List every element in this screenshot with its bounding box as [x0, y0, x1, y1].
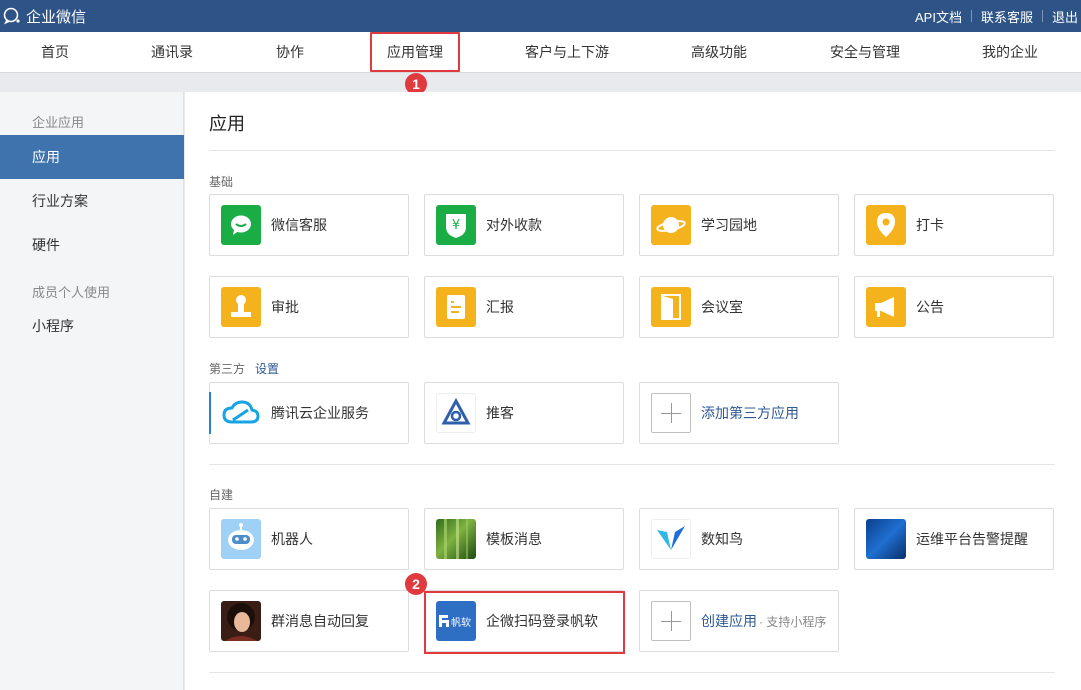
- wecom-logo-icon: [3, 7, 20, 25]
- blue-gradient-icon: [866, 519, 906, 559]
- app-card-external-payment[interactable]: ¥ 对外收款: [424, 194, 624, 256]
- app-card-tencent-cloud[interactable]: 腾讯云企业服务: [209, 382, 409, 444]
- plus-icon: [651, 601, 691, 641]
- thirdparty-label: 第三方: [209, 362, 246, 376]
- megaphone-icon: [866, 287, 906, 327]
- robot-icon: [221, 519, 261, 559]
- app-card-tuike[interactable]: 推客: [424, 382, 624, 444]
- app-name: 添加第三方应用: [701, 405, 799, 421]
- sidebar-section-enterprise-apps: 企业应用: [32, 115, 85, 130]
- report-doc-icon: [436, 287, 476, 327]
- brand-name: 企业微信: [26, 8, 87, 26]
- nav-my-company[interactable]: 我的企业: [982, 32, 1038, 72]
- divider: [209, 464, 1055, 465]
- app-card-approval[interactable]: 审批: [209, 276, 409, 338]
- woman-photo-icon: [221, 601, 261, 641]
- app-name: 数知鸟: [701, 531, 743, 547]
- app-name: 学习园地: [701, 217, 757, 233]
- brand: 企业微信: [2, 6, 86, 27]
- nav-collaboration[interactable]: 协作: [276, 32, 304, 72]
- nav-security[interactable]: 安全与管理: [830, 32, 900, 72]
- main-nav: 首页 通讯录 协作 应用管理 客户与上下游 高级功能 安全与管理 我的企业: [0, 32, 1081, 73]
- location-pin-icon: [866, 205, 906, 245]
- app-name: 群消息自动回复: [271, 613, 369, 629]
- nav-contacts[interactable]: 通讯录: [151, 32, 193, 72]
- app-card-checkin[interactable]: 打卡: [854, 194, 1054, 256]
- sidebar: 企业应用 应用 行业方案 硬件 成员个人使用 小程序: [0, 92, 184, 690]
- app-card-template-message[interactable]: 模板消息: [424, 508, 624, 570]
- plus-icon: [651, 393, 691, 433]
- page-title: 应用: [209, 114, 245, 134]
- app-card-ops-alert[interactable]: 运维平台告警提醒: [854, 508, 1054, 570]
- thirdparty-settings-link[interactable]: 设置: [255, 362, 279, 376]
- app-name: 机器人: [271, 531, 313, 547]
- main-panel: 应用 基础 微信客服 ¥ 对外收款 学习园地 打卡 审批 汇报 会议室 公告 第…: [185, 92, 1081, 690]
- wechat-chat-icon: [221, 205, 261, 245]
- bamboo-photo-icon: [436, 519, 476, 559]
- tencent-cloud-icon: [221, 393, 261, 433]
- sidebar-item-hardware[interactable]: 硬件: [0, 223, 184, 267]
- add-thirdparty-app-button[interactable]: 添加第三方应用: [639, 382, 839, 444]
- top-links: API文档 联系客服 退出: [906, 7, 1081, 26]
- app-card-learning[interactable]: 学习园地: [639, 194, 839, 256]
- app-name: 模板消息: [486, 531, 542, 547]
- app-name: 腾讯云企业服务: [271, 405, 369, 421]
- step-badge-2: 2: [405, 573, 427, 595]
- app-name: 微信客服: [271, 217, 327, 233]
- yuan-shield-icon: ¥: [436, 205, 476, 245]
- app-card-group-auto-reply[interactable]: 群消息自动回复: [209, 590, 409, 652]
- app-name: 对外收款: [486, 217, 542, 233]
- nav-customers[interactable]: 客户与上下游: [525, 32, 609, 72]
- nav-advanced[interactable]: 高级功能: [691, 32, 747, 72]
- sidebar-item-apps[interactable]: 应用: [0, 135, 184, 179]
- app-name: 汇报: [486, 299, 514, 315]
- nav-home[interactable]: 首页: [41, 32, 69, 72]
- app-card-report[interactable]: 汇报: [424, 276, 624, 338]
- app-name: 公告: [916, 299, 944, 315]
- app-name: 运维平台告警提醒: [916, 531, 1028, 547]
- divider: [209, 150, 1055, 151]
- app-name: 推客: [486, 405, 514, 421]
- miniprogram-support-note: · 支持小程序: [759, 614, 827, 629]
- app-name: 打卡: [916, 217, 944, 233]
- section-thirdparty-label: 第三方 设置: [209, 360, 279, 377]
- highlight-box-fanruan: [424, 591, 625, 654]
- planet-icon: [651, 205, 691, 245]
- sidebar-item-miniprogram[interactable]: 小程序: [0, 304, 184, 348]
- section-custom-label: 自建: [209, 488, 234, 502]
- logout-link[interactable]: 退出: [1043, 7, 1081, 26]
- sidebar-section-personal: 成员个人使用: [32, 285, 111, 300]
- app-name: 审批: [271, 299, 299, 315]
- door-icon: [651, 287, 691, 327]
- api-docs-link[interactable]: API文档: [906, 7, 971, 26]
- app-card-wechat-service[interactable]: 微信客服: [209, 194, 409, 256]
- contact-support-link[interactable]: 联系客服: [972, 7, 1042, 26]
- svg-text:¥: ¥: [452, 218, 460, 233]
- bird-v-icon: [651, 519, 691, 559]
- divider: [209, 672, 1055, 673]
- app-card-announcement[interactable]: 公告: [854, 276, 1054, 338]
- app-name: 创建应用: [701, 613, 757, 629]
- top-bar: 企业微信 API文档 联系客服 退出: [0, 0, 1081, 32]
- tuike-icon: [436, 393, 476, 433]
- create-app-button[interactable]: 创建应用 · 支持小程序: [639, 590, 839, 652]
- app-card-shuzhiniao[interactable]: 数知鸟: [639, 508, 839, 570]
- nav-highlight-box: [370, 32, 460, 72]
- sidebar-item-industry[interactable]: 行业方案: [0, 179, 184, 223]
- app-name: 会议室: [701, 299, 743, 315]
- card-accent-bar: [209, 392, 211, 434]
- app-card-robot[interactable]: 机器人: [209, 508, 409, 570]
- section-basic-label: 基础: [209, 175, 234, 189]
- stamp-icon: [221, 287, 261, 327]
- app-card-meeting-room[interactable]: 会议室: [639, 276, 839, 338]
